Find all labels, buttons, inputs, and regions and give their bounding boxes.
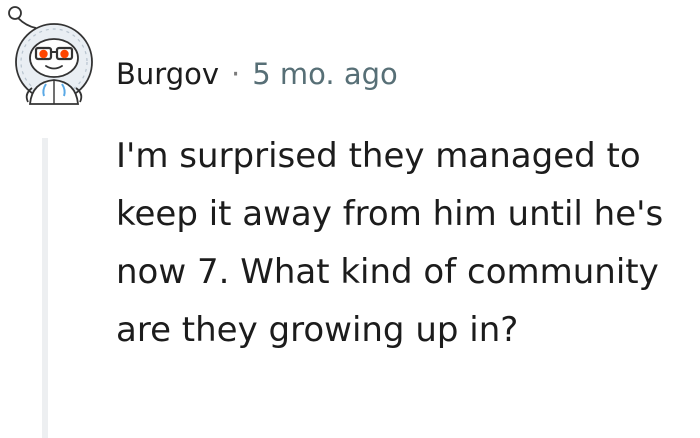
author-username[interactable]: Burgov	[116, 52, 219, 96]
comment-meta: Burgov · 5 mo. ago	[116, 52, 398, 96]
comment-body: I'm surprised they managed to keep it aw…	[116, 136, 664, 350]
snoo-avatar-icon	[8, 6, 93, 105]
comment-timestamp[interactable]: 5 mo. ago	[252, 52, 398, 96]
comment: Burgov · 5 mo. ago I'm surprised they ma…	[0, 0, 700, 438]
user-avatar[interactable]	[6, 4, 98, 112]
thread-collapse-line[interactable]	[42, 138, 48, 438]
meta-separator: ·	[231, 57, 241, 91]
